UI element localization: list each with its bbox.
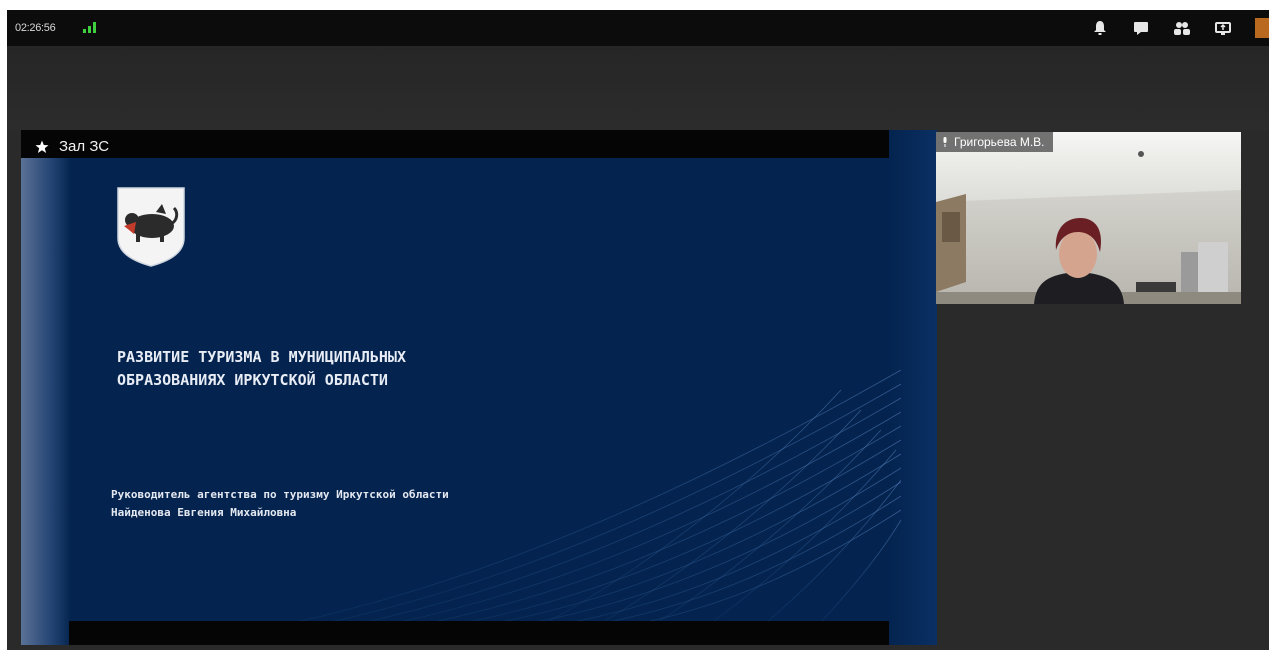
slide-top-bar — [21, 130, 889, 158]
slide-title-line-1: РАЗВИТИЕ ТУРИЗМА В МУНИЦИПАЛЬНЫХ — [117, 348, 406, 366]
participant-video-tile[interactable]: Григорьева М.В. — [936, 132, 1241, 304]
slide-title-line-2: ОБРАЗОВАНИЯХ ИРКУТСКОЙ ОБЛАСТИ — [117, 371, 388, 389]
irkutsk-coat-of-arms-icon — [117, 187, 185, 267]
star-icon[interactable] — [35, 140, 49, 154]
shared-screen: Зал ЗС РАЗВИТИЕ ТУРИЗМА В МУНИЦИПАЛЬНЫХ О… — [21, 130, 937, 645]
conference-window: 02:26:56 Зал ЗС РАЗВИТИЕ ТУРИЗМА В МУНИЦ… — [7, 10, 1269, 650]
toolbar-icons — [1091, 10, 1269, 46]
user-badge[interactable] — [1255, 18, 1269, 38]
session-timer: 02:26:56 — [15, 22, 56, 34]
participant-name-tag: Григорьева М.В. — [936, 132, 1053, 152]
header-strip — [7, 46, 1269, 130]
slide-bottom-bar — [69, 621, 889, 645]
top-bar: 02:26:56 — [7, 10, 1269, 46]
participant-name: Григорьева М.В. — [954, 135, 1045, 149]
participant-video-feed — [936, 132, 1241, 304]
slide-author-position: Руководитель агентства по туризму Иркутс… — [111, 488, 449, 501]
chat-icon[interactable] — [1132, 19, 1150, 37]
slide-left-glow — [21, 130, 71, 645]
slide-author: Руководитель агентства по туризму Иркутс… — [111, 486, 449, 522]
participants-icon[interactable] — [1173, 19, 1191, 37]
shared-screen-name: Зал ЗС — [59, 138, 110, 155]
slide-author-name: Найденова Евгения Михайловна — [111, 506, 297, 519]
signal-strength-icon — [83, 22, 96, 33]
microphone-icon — [943, 137, 947, 147]
slide-title: РАЗВИТИЕ ТУРИЗМА В МУНИЦИПАЛЬНЫХ ОБРАЗОВА… — [117, 346, 406, 392]
share-screen-icon[interactable] — [1214, 19, 1232, 37]
shared-screen-label: Зал ЗС — [35, 138, 109, 155]
bell-icon[interactable] — [1091, 19, 1109, 37]
